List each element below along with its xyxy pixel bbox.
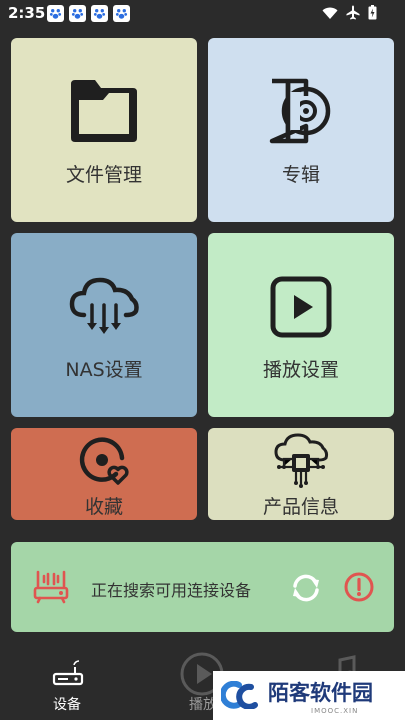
album-icon bbox=[269, 78, 331, 144]
tile-label: 产品信息 bbox=[262, 496, 339, 518]
device-connection-bar[interactable]: 正在搜索可用连接设备 bbox=[11, 542, 394, 632]
status-bar: 2:35 bbox=[0, 0, 405, 28]
tile-favorites[interactable]: 收藏 bbox=[11, 428, 197, 520]
watermark-brand: 陌客软件园 bbox=[268, 680, 373, 705]
system-icons bbox=[322, 5, 377, 20]
favorite-disc-icon bbox=[79, 437, 129, 485]
router-icon bbox=[33, 570, 69, 604]
status-time: 2:35 bbox=[8, 4, 46, 22]
router-icon bbox=[52, 660, 84, 686]
baidu-paw-icon bbox=[69, 5, 86, 22]
tile-label: 播放设置 bbox=[262, 359, 339, 381]
nav-label: 设备 bbox=[53, 697, 81, 713]
baidu-paw-icon bbox=[91, 5, 108, 22]
tile-label: NAS设置 bbox=[65, 359, 143, 381]
tile-label: 文件管理 bbox=[65, 164, 142, 186]
tile-product-info[interactable]: 产品信息 bbox=[208, 428, 394, 520]
watermark: 陌客软件园 IMOOC.XIN bbox=[213, 671, 405, 720]
tile-album[interactable]: 专辑 bbox=[208, 38, 394, 222]
battery-icon bbox=[368, 5, 377, 20]
watermark-logo-icon bbox=[221, 681, 258, 709]
baidu-paw-icon bbox=[113, 5, 130, 22]
tile-nas-settings[interactable]: NAS设置 bbox=[11, 233, 197, 417]
airplane-icon bbox=[346, 5, 360, 20]
cloud-chip-icon bbox=[274, 433, 329, 488]
tile-label: 专辑 bbox=[281, 164, 320, 186]
refresh-icon[interactable] bbox=[289, 571, 323, 605]
cloud-download-icon bbox=[69, 277, 139, 334]
alert-icon[interactable] bbox=[343, 571, 375, 603]
notification-icons bbox=[47, 5, 130, 22]
tile-label: 收藏 bbox=[84, 496, 123, 518]
nav-item-devices[interactable]: 设备 bbox=[22, 642, 112, 720]
baidu-paw-icon bbox=[47, 5, 64, 22]
watermark-sub: IMOOC.XIN bbox=[311, 707, 359, 715]
device-search-status: 正在搜索可用连接设备 bbox=[91, 581, 252, 600]
play-icon bbox=[270, 276, 332, 338]
folder-icon bbox=[71, 80, 137, 142]
tile-playback-settings[interactable]: 播放设置 bbox=[208, 233, 394, 417]
wifi-icon bbox=[322, 7, 338, 19]
tile-file-manager[interactable]: 文件管理 bbox=[11, 38, 197, 222]
